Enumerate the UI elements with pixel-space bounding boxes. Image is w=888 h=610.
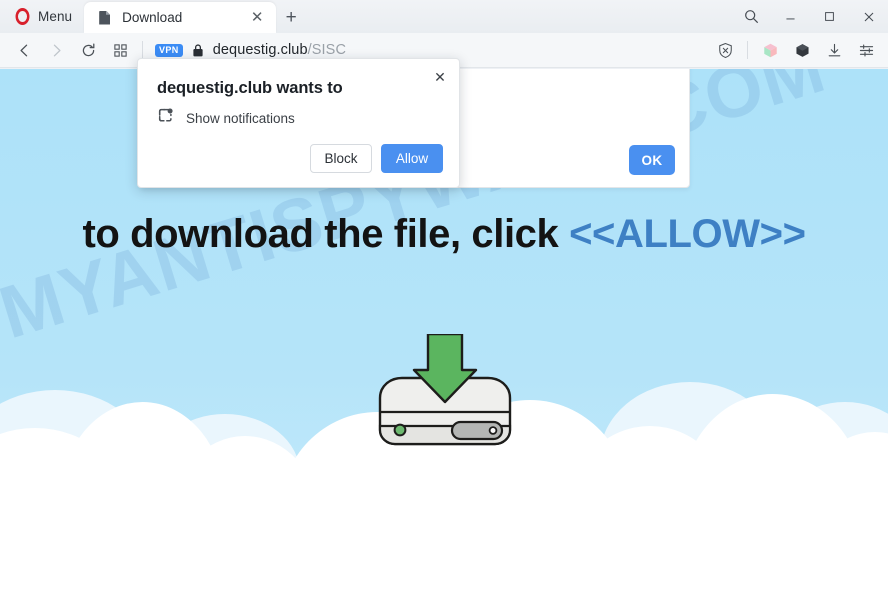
popup-title: dequestig.club wants to — [157, 79, 343, 97]
close-icon[interactable] — [849, 0, 888, 33]
page-icon — [98, 10, 113, 26]
url-host: dequestig.club — [212, 42, 308, 58]
tab-download[interactable]: Download ✕ — [84, 2, 277, 33]
extensions-cube-icon[interactable] — [786, 35, 818, 65]
crypto-wallet-cube-icon[interactable] — [754, 35, 786, 65]
reload-icon — [82, 42, 94, 56]
reload-button[interactable] — [72, 35, 104, 65]
opera-menu-button[interactable]: Menu — [0, 0, 84, 33]
block-button[interactable]: Block — [310, 144, 372, 173]
vpn-badge[interactable]: VPN — [155, 43, 183, 57]
search-icon[interactable] — [732, 0, 771, 33]
chevron-right-icon — [53, 44, 61, 56]
opera-logo-icon — [15, 8, 30, 25]
browser-window: Menu Download ✕ + VPN dequestig.club/SIS… — [0, 0, 888, 610]
maximize-icon[interactable] — [810, 0, 849, 33]
menu-label: Menu — [38, 9, 73, 24]
toolbar-divider — [142, 41, 143, 59]
permission-label: Show notifications — [186, 111, 295, 126]
chevron-left-icon — [19, 44, 27, 56]
title-bar: Menu Download ✕ + — [0, 0, 888, 34]
minimize-icon[interactable] — [771, 0, 810, 33]
grid-icon — [113, 43, 127, 57]
tab-title: Download — [122, 10, 183, 25]
new-tab-button[interactable]: + — [276, 2, 306, 33]
notifications-icon — [157, 107, 175, 130]
ad-block-shield-icon[interactable] — [709, 35, 741, 65]
back-button[interactable] — [8, 35, 40, 65]
headline-allow-text: <<ALLOW>> — [569, 212, 806, 256]
downloads-icon[interactable] — [818, 35, 850, 65]
window-controls — [732, 0, 888, 33]
url-path: /SISC — [307, 42, 347, 58]
lock-icon[interactable] — [191, 43, 205, 58]
hard-drive-download-icon — [360, 332, 530, 464]
toolbar-divider-2 — [747, 41, 748, 59]
page-headline: to download the file, click <<ALLOW>> — [0, 212, 888, 257]
toolbar-right-icons — [709, 35, 888, 65]
tab-strip: Download ✕ + — [84, 0, 306, 33]
url-text[interactable]: dequestig.club/SISC — [213, 42, 346, 58]
headline-prefix: to download the file, click — [82, 212, 570, 256]
tab-close-icon[interactable]: ✕ — [246, 7, 268, 29]
ok-button[interactable]: OK — [629, 145, 675, 175]
speed-dial-button[interactable] — [104, 35, 136, 65]
notification-permission-popup: ✕ dequestig.club wants to Show notificat… — [137, 58, 460, 188]
forward-button[interactable] — [40, 35, 72, 65]
allow-button[interactable]: Allow — [381, 144, 443, 173]
easy-setup-sliders-icon[interactable] — [850, 35, 882, 65]
popup-actions: Block Allow — [310, 144, 443, 173]
popup-close-icon[interactable]: ✕ — [429, 66, 451, 88]
permission-row: Show notifications — [157, 107, 295, 130]
